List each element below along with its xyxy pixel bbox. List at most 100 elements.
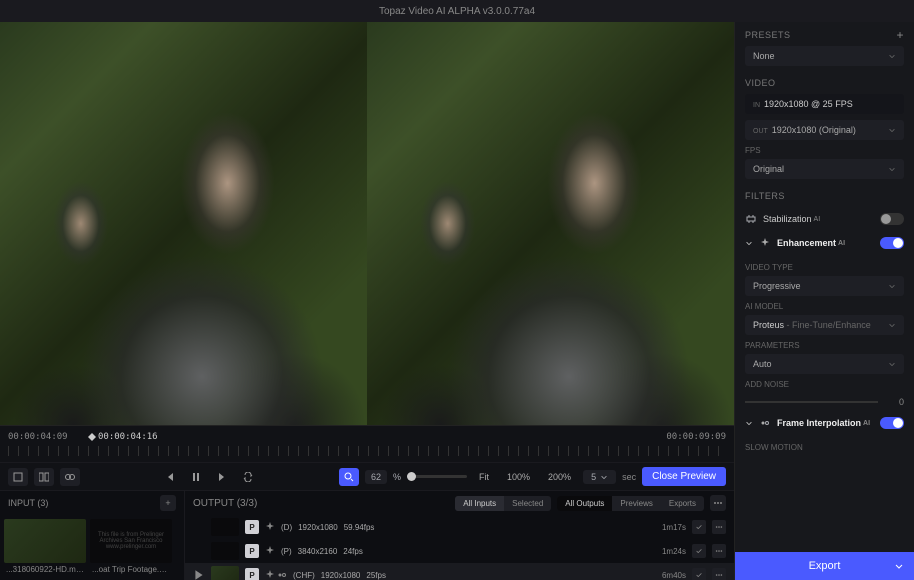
- zoom-pct: %: [393, 472, 401, 482]
- input-filter-tabs[interactable]: All Inputs Selected: [455, 496, 551, 511]
- parameters-label: PARAMETERS: [745, 341, 904, 350]
- output-header: OUTPUT (3/3): [193, 498, 257, 509]
- filter-icons: [265, 570, 287, 580]
- stabilization-label: StabilizationAI: [763, 214, 874, 224]
- enhancement-row: EnhancementAI: [735, 231, 914, 255]
- output-check-button[interactable]: [692, 544, 706, 558]
- time-start: 00:00:04:09: [8, 432, 68, 442]
- pause-icon[interactable]: [186, 468, 206, 486]
- zoom-100-button[interactable]: 100%: [501, 470, 536, 484]
- time-end: 00:00:09:09: [666, 432, 726, 442]
- fps-label: FPS: [745, 146, 904, 155]
- output-check-button[interactable]: [692, 568, 706, 580]
- view-compare-icon[interactable]: [60, 468, 80, 486]
- video-type-label: VIDEO TYPE: [745, 263, 904, 272]
- play-icon[interactable]: [193, 569, 205, 580]
- close-preview-button[interactable]: Close Preview: [642, 467, 726, 486]
- fit-button[interactable]: Fit: [473, 470, 495, 484]
- output-row[interactable]: P(CHF)1920x108025fps6m40s: [185, 563, 734, 580]
- chevron-down-icon[interactable]: [745, 419, 753, 427]
- input-header: INPUT (3): [8, 498, 48, 508]
- ai-model-select[interactable]: Proteus - Fine-Tune/Enhance: [745, 315, 904, 335]
- timeline[interactable]: 00:00:04:09 00:00:04:16 00:00:09:09: [0, 425, 734, 462]
- playhead[interactable]: 00:00:04:16: [88, 432, 158, 442]
- output-resolution: 1920x1080: [298, 523, 338, 532]
- output-duration: 1m24s: [662, 547, 686, 556]
- video-in-info: IN1920x1080 @ 25 FPS: [745, 94, 904, 114]
- zoom-slider[interactable]: [407, 475, 467, 478]
- tab-all-outputs[interactable]: All Outputs: [557, 496, 612, 511]
- video-type-select[interactable]: Progressive: [745, 276, 904, 296]
- output-more-button[interactable]: [712, 520, 726, 534]
- tab-exports[interactable]: Exports: [661, 496, 704, 511]
- output-row[interactable]: P(P)3840x216024fps1m24s: [185, 539, 734, 563]
- output-fps: 59.94fps: [344, 523, 375, 532]
- output-more-button[interactable]: [712, 544, 726, 558]
- right-panel: PRESETS + None VIDEO IN1920x1080 @ 25 FP…: [734, 22, 914, 580]
- view-split-icon[interactable]: [34, 468, 54, 486]
- filter-icons: [265, 546, 275, 556]
- tab-previews[interactable]: Previews: [612, 496, 660, 511]
- preview-badge: P: [245, 568, 259, 580]
- zoom-200-button[interactable]: 200%: [542, 470, 577, 484]
- output-filter-tabs[interactable]: All Outputs Previews Exports: [557, 496, 704, 511]
- prev-frame-icon[interactable]: [160, 468, 180, 486]
- filter-icons: [265, 522, 275, 532]
- video-label: VIDEO: [745, 78, 776, 88]
- input-thumb[interactable]: ...318060922-HD.mov: [4, 519, 86, 576]
- add-preset-button[interactable]: +: [896, 28, 904, 42]
- enhancement-toggle[interactable]: [880, 237, 904, 249]
- app-title: Topaz Video AI ALPHA v3.0.0.77a4: [379, 6, 535, 17]
- zoom-value[interactable]: 62: [365, 470, 387, 484]
- chevron-down-icon[interactable]: [745, 239, 753, 247]
- frame-interpolation-label: Frame InterpolationAI: [777, 418, 874, 428]
- noise-value: 0: [884, 397, 904, 407]
- view-single-icon[interactable]: [8, 468, 28, 486]
- output-duration: 6m40s: [662, 571, 686, 580]
- chevron-down-icon[interactable]: [894, 561, 904, 571]
- output-duration: 1m17s: [662, 523, 686, 532]
- tab-selected[interactable]: Selected: [504, 496, 551, 511]
- video-out-select[interactable]: OUT1920x1080 (Original): [745, 120, 904, 140]
- sparkle-icon: [759, 238, 771, 248]
- seconds-selector[interactable]: 5: [583, 470, 616, 484]
- presets-label: PRESETS: [745, 30, 791, 40]
- output-check-button[interactable]: [692, 520, 706, 534]
- preview-processed[interactable]: [367, 22, 734, 425]
- noise-slider[interactable]: [745, 401, 878, 403]
- output-format: (D): [281, 523, 292, 532]
- slow-motion-label: SLOW MOTION: [745, 443, 904, 452]
- output-thumb: [211, 542, 239, 560]
- zoom-icon[interactable]: [339, 468, 359, 486]
- frame-icon: [759, 418, 771, 428]
- output-menu-button[interactable]: [710, 495, 726, 511]
- add-input-button[interactable]: +: [160, 495, 176, 511]
- output-resolution: 3840x2160: [298, 547, 338, 556]
- parameters-select[interactable]: Auto: [745, 354, 904, 374]
- output-more-button[interactable]: [712, 568, 726, 580]
- stabilization-row: StabilizationAI: [735, 207, 914, 231]
- output-row[interactable]: P(D)1920x108059.94fps1m17s: [185, 515, 734, 539]
- output-format: (P): [281, 547, 292, 556]
- ai-model-label: AI MODEL: [745, 302, 904, 311]
- output-thumb: [211, 518, 239, 536]
- fps-select[interactable]: Original: [745, 159, 904, 179]
- preview-area: [0, 22, 734, 425]
- input-thumb[interactable]: This file is from Prelinger Archives San…: [90, 519, 172, 576]
- preset-select[interactable]: None: [745, 46, 904, 66]
- next-frame-icon[interactable]: [212, 468, 232, 486]
- loop-icon[interactable]: [238, 468, 258, 486]
- frame-interpolation-row: Frame InterpolationAI: [735, 411, 914, 435]
- output-format: (CHF): [293, 571, 315, 580]
- titlebar: Topaz Video AI ALPHA v3.0.0.77a4: [0, 0, 914, 22]
- tab-all-inputs[interactable]: All Inputs: [455, 496, 504, 511]
- add-noise-label: ADD NOISE: [745, 380, 904, 389]
- preview-original[interactable]: [0, 22, 367, 425]
- stabilization-icon: [745, 214, 757, 224]
- frame-interpolation-toggle[interactable]: [880, 417, 904, 429]
- seconds-label: sec: [622, 472, 636, 482]
- stabilization-toggle[interactable]: [880, 213, 904, 225]
- export-button[interactable]: Export: [735, 552, 914, 580]
- ruler[interactable]: [8, 446, 726, 456]
- output-fps: 25fps: [366, 571, 386, 580]
